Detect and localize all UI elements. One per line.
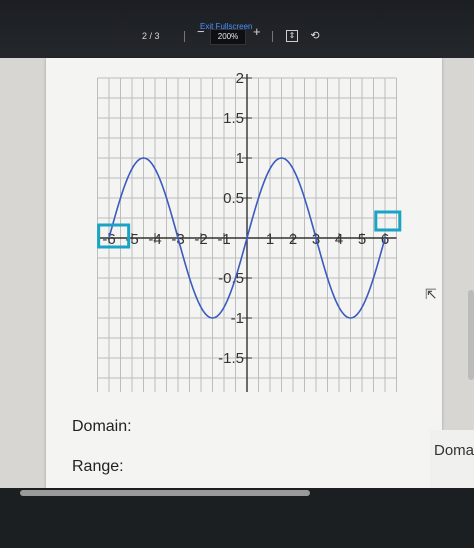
x-tick-label: -1 bbox=[217, 231, 230, 248]
x-tick-label: -4 bbox=[148, 231, 161, 248]
y-tick-label: -1.5 bbox=[218, 350, 244, 367]
rotate-icon[interactable]: ⟲ bbox=[309, 30, 321, 42]
y-tick-label: 1.5 bbox=[223, 110, 244, 127]
graph-axes bbox=[97, 74, 397, 392]
x-tick-label: 4 bbox=[335, 231, 343, 248]
sine-graph: -6-5-4-3-2-1123456 21.510.5-0.5-1-1.5-2 bbox=[97, 70, 402, 392]
zoom-level-field[interactable]: 200% bbox=[210, 29, 246, 45]
cursor-icon: ⇱ bbox=[425, 286, 437, 302]
pdf-toolbar: 2 / 3 Exit Fullscreen − 200% + ⇕ ⟲ bbox=[0, 0, 474, 58]
zoom-out-button[interactable]: − bbox=[197, 25, 205, 38]
next-page-edge bbox=[430, 430, 474, 490]
domain-label: Domain: bbox=[72, 418, 132, 435]
vertical-scrollbar[interactable] bbox=[468, 290, 474, 380]
x-tick-label: 2 bbox=[289, 231, 297, 248]
domain-label-next-page: Doma bbox=[434, 442, 474, 459]
toolbar-separator bbox=[184, 31, 185, 42]
bottom-bar bbox=[0, 488, 474, 548]
x-tick-label: -6 bbox=[102, 231, 115, 248]
y-tick-label: -1 bbox=[231, 310, 244, 327]
page-counter: 2 / 3 bbox=[142, 31, 160, 41]
horizontal-scrollbar[interactable] bbox=[20, 490, 310, 496]
y-tick-label: -0.5 bbox=[218, 270, 244, 287]
fit-page-icon[interactable]: ⇕ bbox=[286, 30, 298, 42]
x-tick-label: 5 bbox=[358, 231, 366, 248]
y-tick-label: -2 bbox=[231, 390, 244, 392]
zoom-in-button[interactable]: + bbox=[253, 25, 261, 38]
x-tick-label: 1 bbox=[266, 231, 274, 248]
x-tick-label: -2 bbox=[194, 231, 207, 248]
y-tick-label: 2 bbox=[236, 70, 244, 87]
range-label: Range: bbox=[72, 458, 124, 475]
y-tick-label: 1 bbox=[236, 150, 244, 167]
y-tick-label: 0.5 bbox=[223, 190, 244, 207]
toolbar-separator bbox=[272, 31, 273, 42]
